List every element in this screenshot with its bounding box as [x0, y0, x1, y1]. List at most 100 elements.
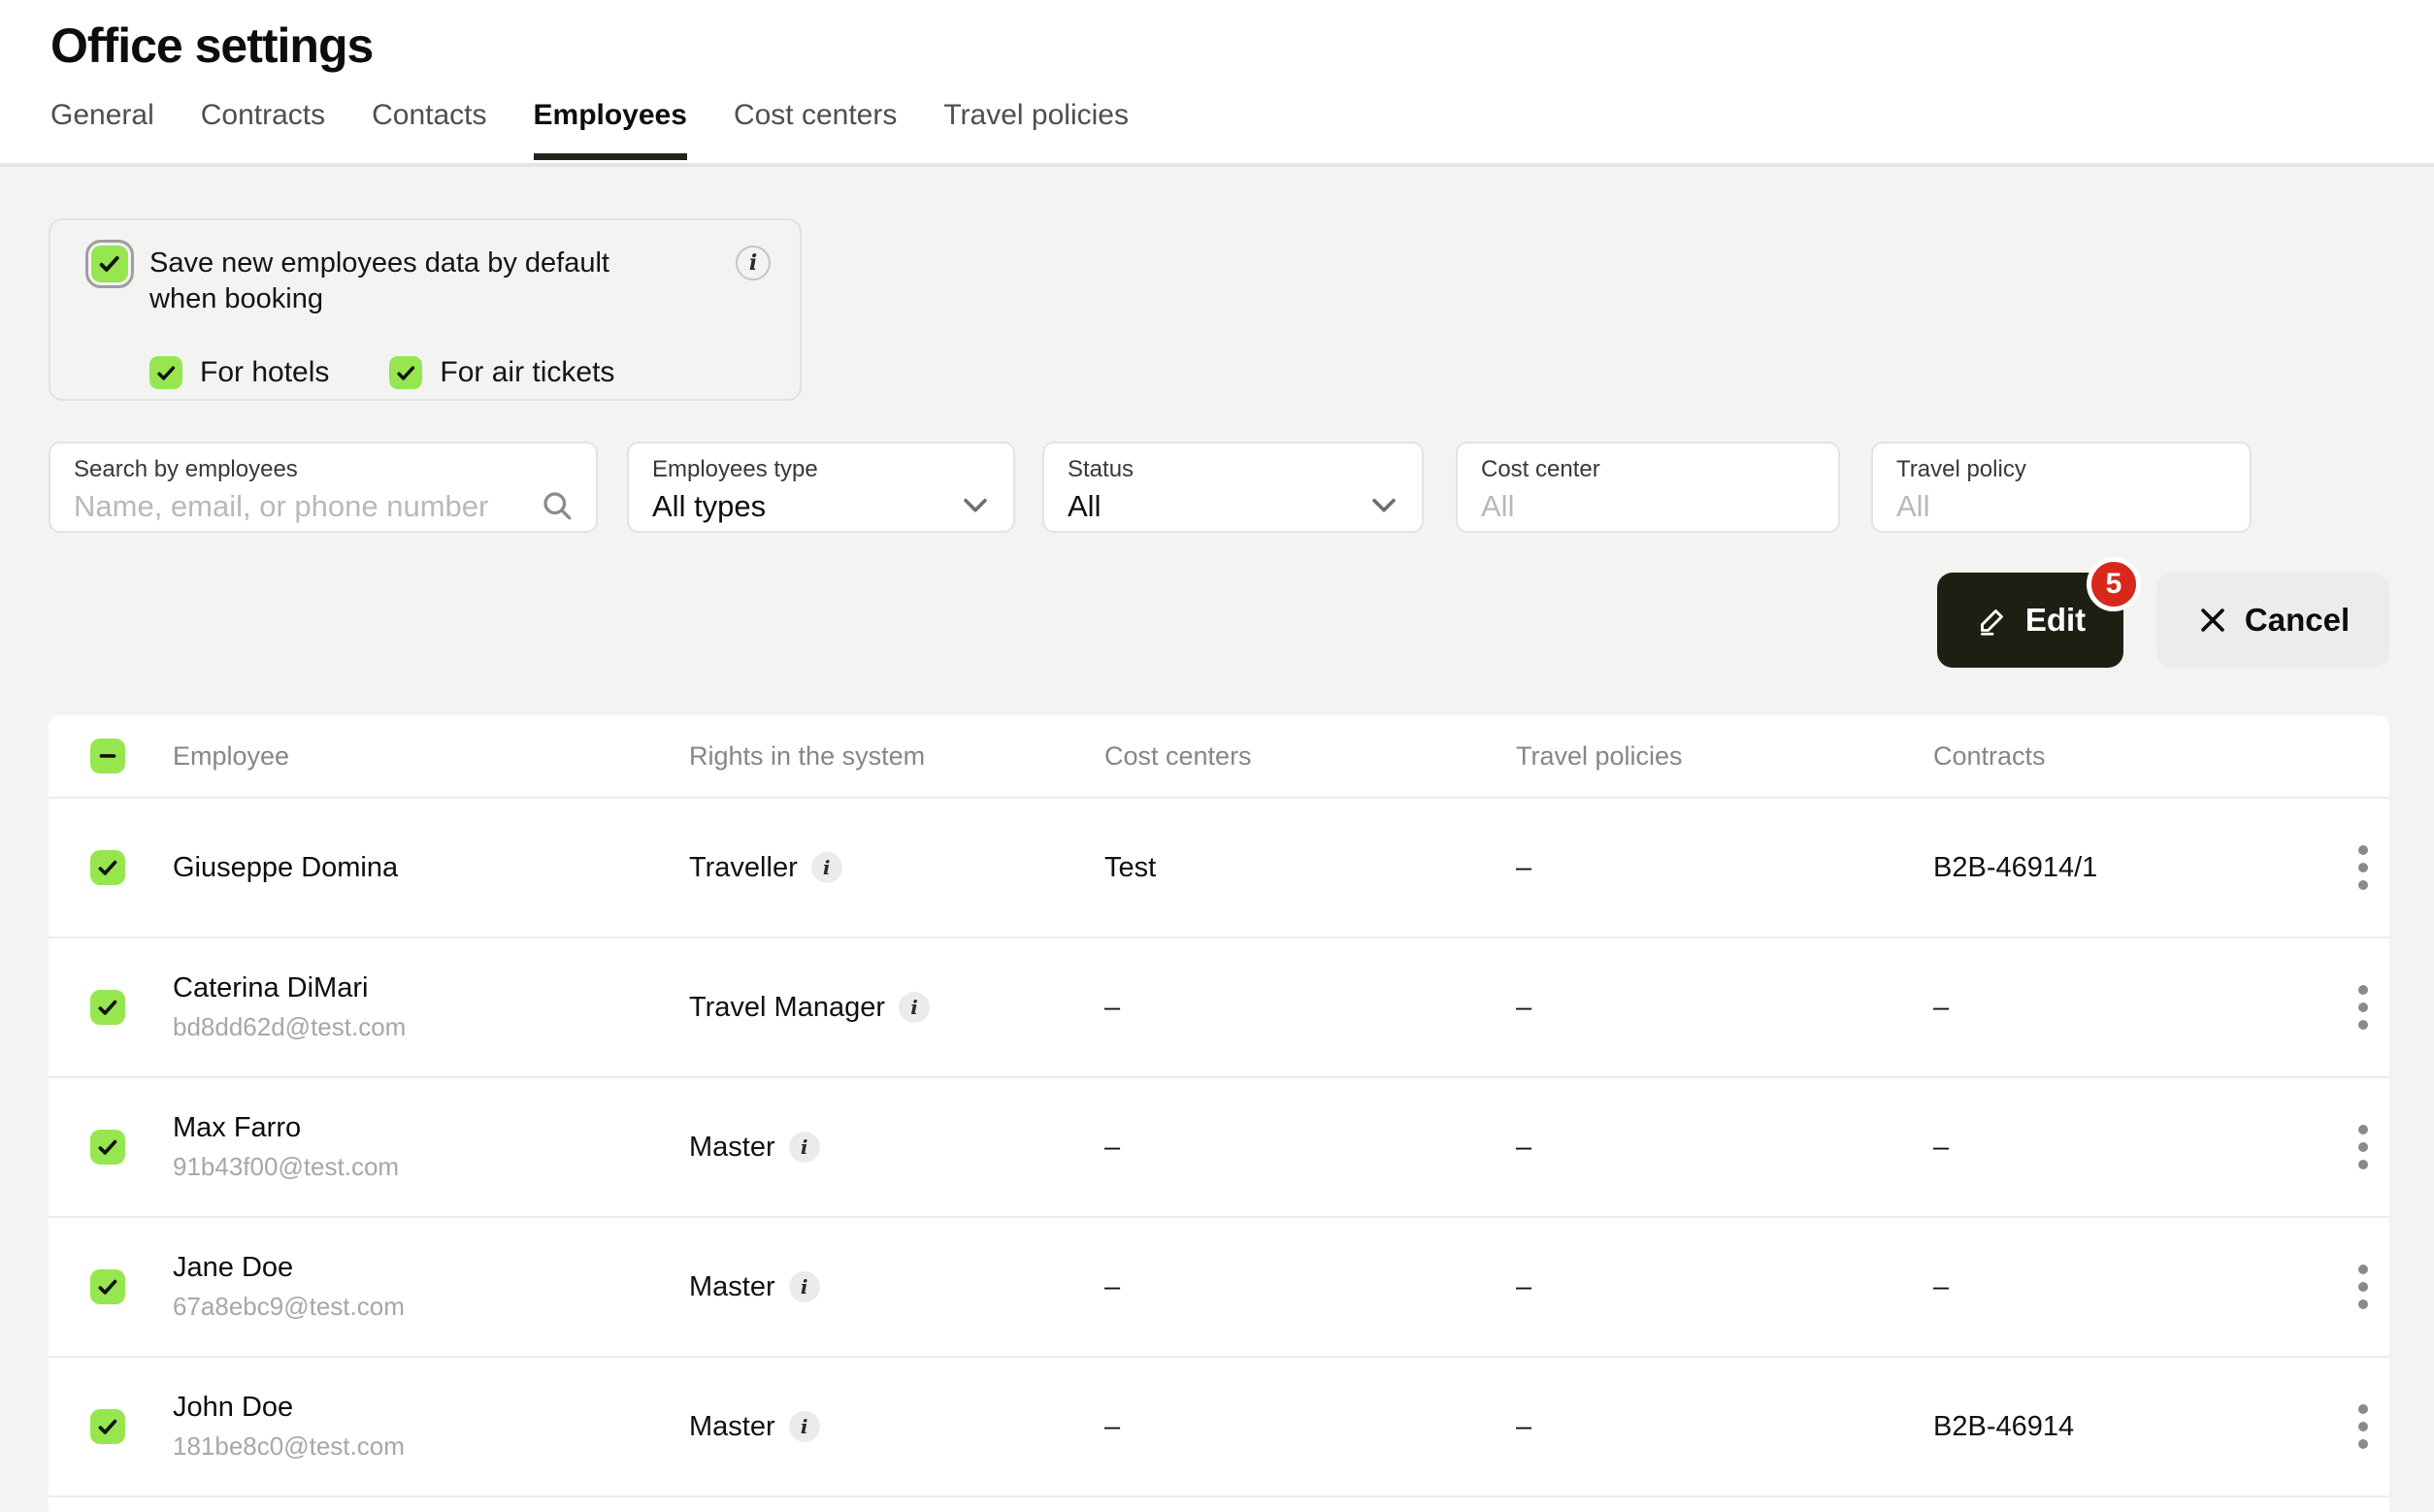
travel-policy-value: All [1896, 489, 2228, 524]
cost-center-filter[interactable]: Cost center All [1456, 442, 1840, 533]
checkmark-icon [95, 855, 120, 880]
status-label: Status [1068, 456, 1400, 483]
row-menu-icon[interactable] [2336, 1259, 2389, 1315]
cost-center-value: All [1481, 489, 1817, 524]
status-filter[interactable]: Status All [1042, 442, 1424, 533]
checkmark-icon [394, 361, 417, 384]
edit-button-label: Edit [2025, 602, 2086, 639]
header-rights: Rights in the system [689, 741, 1104, 772]
employees-type-label: Employees type [652, 456, 992, 483]
employee-name: John Doe [173, 1392, 689, 1424]
info-icon[interactable]: i [789, 1271, 820, 1302]
contracts-value: – [1933, 1271, 2336, 1303]
page-header: Office settings General Contracts Contac… [0, 0, 2434, 167]
header-cost-centers: Cost centers [1104, 741, 1516, 772]
tab-bar: General Contracts Contacts Employees Cos… [50, 99, 2434, 160]
table-row: Jane Doe 67a8ebc9@test.com Master i – – … [49, 1218, 2389, 1358]
checkmark-icon [95, 1274, 120, 1299]
action-bar: Edit 5 Cancel [1937, 573, 2389, 668]
row-checkbox[interactable] [90, 990, 125, 1025]
cost-center-label: Cost center [1481, 456, 1817, 483]
cost-centers-value: – [1104, 992, 1516, 1024]
row-checkbox[interactable] [90, 850, 125, 885]
employees-type-filter[interactable]: Employees type All types [627, 442, 1015, 533]
info-icon[interactable]: i [736, 246, 771, 280]
table-row: John Doe 181be8c0@test.com Master i – – … [49, 1358, 2389, 1497]
tab-contacts[interactable]: Contacts [372, 99, 486, 160]
for-hotels-checkbox[interactable] [149, 356, 182, 389]
edit-button[interactable]: Edit 5 [1937, 573, 2123, 668]
for-air-tickets-label: For air tickets [440, 356, 614, 389]
tab-employees[interactable]: Employees [534, 99, 687, 160]
tab-general[interactable]: General [50, 99, 154, 160]
employee-name: Caterina DiMari [173, 972, 689, 1004]
row-checkbox[interactable] [90, 1409, 125, 1444]
tab-travel-policies[interactable]: Travel policies [943, 99, 1129, 160]
cancel-button[interactable]: Cancel [2156, 573, 2389, 668]
rights-value: Master [689, 1132, 775, 1164]
checkmark-icon [96, 250, 122, 277]
travel-policies-value: – [1516, 1132, 1933, 1164]
for-air-tickets-checkbox[interactable] [389, 356, 422, 389]
rights-value: Master [689, 1411, 775, 1443]
save-defaults-card: Save new employees data by default when … [49, 218, 802, 401]
header-contracts: Contracts [1933, 741, 2336, 772]
travel-policy-label: Travel policy [1896, 456, 2228, 483]
rights-value: Traveller [689, 852, 798, 884]
travel-policies-value: – [1516, 992, 1933, 1024]
header-employee: Employee [173, 741, 689, 772]
table-header-row: Employee Rights in the system Cost cente… [49, 715, 2389, 799]
row-menu-icon[interactable] [2336, 1119, 2389, 1175]
table-row: Giuseppe Domina Traveller i Test – B2B-4… [49, 799, 2389, 938]
row-menu-icon[interactable] [2336, 839, 2389, 896]
checkmark-icon [154, 361, 178, 384]
option-for-hotels: For hotels [149, 356, 329, 389]
cost-centers-value: – [1104, 1132, 1516, 1164]
pencil-icon [1975, 603, 2010, 638]
edit-count-badge: 5 [2087, 557, 2141, 611]
cost-centers-value: Test [1104, 852, 1516, 884]
row-menu-icon[interactable] [2336, 979, 2389, 1035]
save-defaults-checkbox[interactable] [91, 246, 128, 282]
employees-type-value: All types [652, 489, 992, 524]
travel-policy-filter[interactable]: Travel policy All [1871, 442, 2252, 533]
row-menu-icon[interactable] [2336, 1398, 2389, 1455]
select-all-checkbox[interactable] [90, 739, 125, 773]
chevron-down-icon [1367, 488, 1400, 521]
contracts-value: – [1933, 992, 2336, 1024]
option-for-air-tickets: For air tickets [389, 356, 614, 389]
search-filter-label: Search by employees [74, 456, 575, 483]
cost-centers-value: – [1104, 1271, 1516, 1303]
checkmark-icon [95, 1414, 120, 1439]
rights-value: Master [689, 1271, 775, 1303]
indeterminate-minus-icon [95, 743, 120, 769]
travel-policies-value: – [1516, 1411, 1933, 1443]
info-icon[interactable]: i [811, 852, 842, 883]
info-icon[interactable]: i [899, 992, 930, 1023]
travel-policies-value: – [1516, 852, 1933, 884]
employee-name: Jane Doe [173, 1252, 689, 1284]
contracts-value: B2B-46914 [1933, 1411, 2336, 1443]
cancel-button-label: Cancel [2245, 602, 2350, 639]
save-defaults-label: Save new employees data by default when … [149, 246, 674, 317]
tab-contracts[interactable]: Contracts [201, 99, 325, 160]
employees-table: Employee Rights in the system Cost cente… [49, 715, 2389, 1512]
table-row: Caterina DiMari bd8dd62d@test.com Travel… [49, 938, 2389, 1078]
employee-name: Max Farro [173, 1112, 689, 1144]
employee-email: 181be8c0@test.com [173, 1431, 689, 1462]
close-icon [2196, 604, 2229, 637]
rights-value: Travel Manager [689, 992, 885, 1024]
tab-cost-centers[interactable]: Cost centers [734, 99, 897, 160]
chevron-down-icon [959, 488, 992, 521]
cost-centers-value: – [1104, 1411, 1516, 1443]
info-icon[interactable]: i [789, 1411, 820, 1442]
employee-email: 67a8ebc9@test.com [173, 1292, 689, 1322]
for-hotels-label: For hotels [200, 356, 329, 389]
info-icon[interactable]: i [789, 1132, 820, 1163]
row-checkbox[interactable] [90, 1130, 125, 1165]
row-checkbox[interactable] [90, 1269, 125, 1304]
page-title: Office settings [50, 17, 2434, 74]
search-input[interactable] [74, 489, 520, 524]
checkmark-icon [95, 1134, 120, 1160]
employee-email: bd8dd62d@test.com [173, 1012, 689, 1042]
